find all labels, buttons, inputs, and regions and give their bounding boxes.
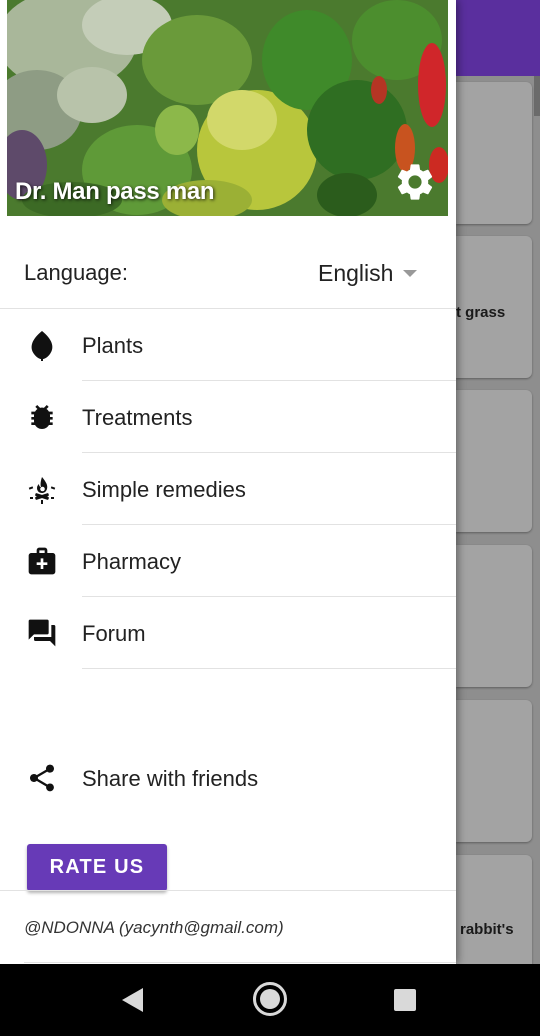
background-app-bar	[456, 0, 540, 76]
background-scrollbar	[534, 76, 540, 116]
language-row: Language: English	[0, 236, 456, 308]
menu-item-label: Simple remedies	[82, 477, 246, 502]
background-card-text: rabbit's	[460, 921, 514, 938]
menu-item-pharmacy[interactable]: Pharmacy	[0, 525, 456, 597]
menu-item-treatments[interactable]: Treatments	[0, 381, 456, 453]
background-card	[456, 82, 532, 224]
campfire-icon	[24, 471, 60, 507]
menu-item-plants[interactable]: Plants	[0, 309, 456, 381]
menu-item-label: Treatments	[82, 405, 193, 430]
share-with-friends-item[interactable]: Share with friends	[0, 742, 456, 814]
menu-item-forum[interactable]: Forum	[0, 597, 456, 669]
navigation-drawer: Dr. Man pass man Language: English Plant…	[0, 0, 456, 964]
drawer-header-image: Dr. Man pass man	[7, 0, 448, 216]
language-dropdown[interactable]: English	[318, 258, 418, 288]
share-icon	[24, 760, 60, 796]
divider	[82, 668, 456, 669]
forum-icon	[24, 615, 60, 651]
background-card-text: t grass	[456, 304, 506, 321]
background-card	[456, 700, 532, 842]
menu-item-label: Pharmacy	[82, 549, 182, 574]
background-card	[456, 545, 532, 687]
medical-kit-icon	[24, 543, 60, 579]
language-label: Language:	[24, 260, 128, 285]
rate-us-button[interactable]: RATE US	[27, 844, 167, 891]
back-icon[interactable]	[122, 988, 143, 1012]
menu-item-label: Forum	[82, 621, 146, 646]
share-label: Share with friends	[82, 766, 259, 791]
system-navigation-bar	[0, 964, 540, 1036]
background-card	[456, 390, 532, 532]
background-card: t grass	[456, 236, 532, 378]
developer-credit: @NDONNA (yacynth@gmail.com)	[24, 918, 284, 937]
settings-button[interactable]	[391, 160, 439, 208]
dropdown-caret-icon	[403, 269, 418, 277]
home-icon[interactable]	[253, 982, 287, 1016]
menu-item-simple-remedies[interactable]: Simple remedies	[0, 453, 456, 525]
language-selected-value: English	[318, 259, 394, 286]
gear-icon	[393, 160, 437, 209]
recent-apps-icon[interactable]	[394, 989, 416, 1011]
divider	[0, 890, 456, 891]
bug-icon	[24, 399, 60, 435]
drawer-header-title: Dr. Man pass man	[15, 178, 215, 205]
leaf-icon	[24, 327, 60, 363]
home-icon-inner	[260, 989, 280, 1009]
divider	[24, 962, 456, 963]
menu-item-label: Plants	[82, 333, 144, 358]
